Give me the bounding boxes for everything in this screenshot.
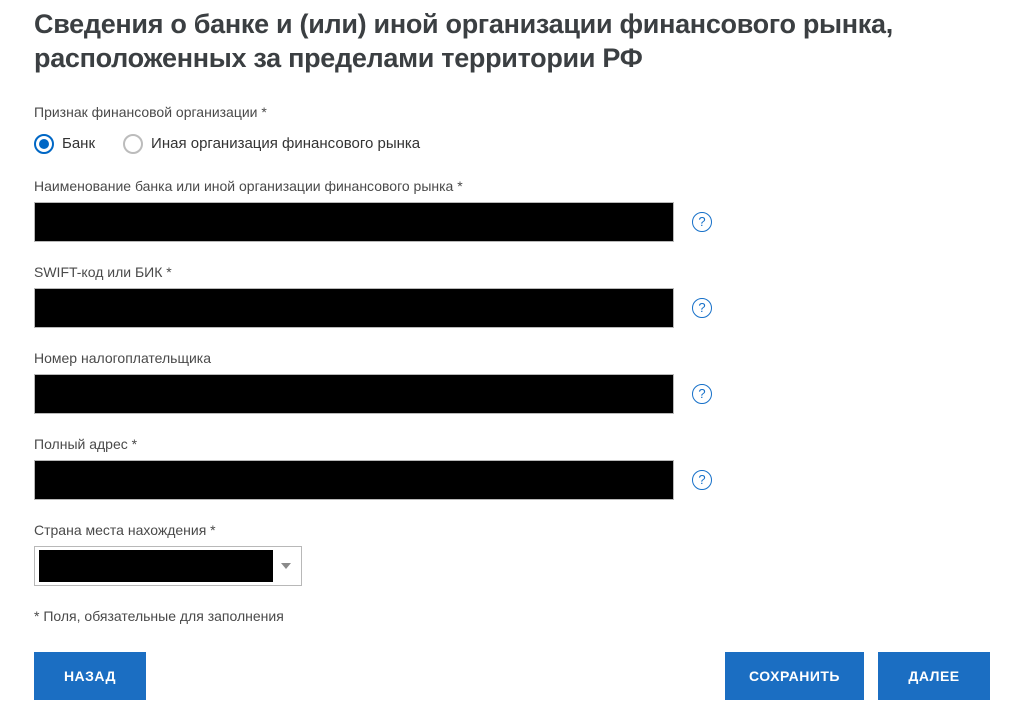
address-field-label: Полный адрес * (34, 436, 990, 452)
country-select-value (39, 550, 273, 582)
country-select[interactable] (34, 546, 302, 586)
address-input[interactable] (34, 460, 674, 500)
help-icon[interactable]: ? (692, 212, 712, 232)
help-icon[interactable]: ? (692, 298, 712, 318)
save-button[interactable]: СОХРАНИТЬ (725, 652, 864, 700)
radio-circle-icon (123, 134, 143, 154)
radio-circle-icon (34, 134, 54, 154)
help-icon[interactable]: ? (692, 470, 712, 490)
country-field-label: Страна места нахождения * (34, 522, 990, 538)
radio-bank[interactable]: Банк (34, 134, 95, 154)
back-button[interactable]: НАЗАД (34, 652, 146, 700)
org-name-input[interactable] (34, 202, 674, 242)
org-type-label: Признак финансовой организации * (34, 104, 990, 120)
name-field-label: Наименование банка или иной организации … (34, 178, 990, 194)
swift-field-label: SWIFT-код или БИК * (34, 264, 990, 280)
page-title: Сведения о банке и (или) иной организаци… (34, 8, 990, 76)
required-note: * Поля, обязательные для заполнения (34, 608, 990, 624)
button-row: НАЗАД СОХРАНИТЬ ДАЛЕЕ (34, 652, 990, 700)
chevron-down-icon (281, 563, 291, 569)
help-icon[interactable]: ? (692, 384, 712, 404)
next-button[interactable]: ДАЛЕЕ (878, 652, 990, 700)
radio-other-org[interactable]: Иная организация финансового рынка (123, 134, 420, 154)
org-type-radio-group: Банк Иная организация финансового рынка (34, 134, 990, 154)
radio-bank-label: Банк (62, 135, 95, 152)
taxpayer-input[interactable] (34, 374, 674, 414)
swift-input[interactable] (34, 288, 674, 328)
taxpayer-field-label: Номер налогоплательщика (34, 350, 990, 366)
radio-other-label: Иная организация финансового рынка (151, 135, 420, 152)
